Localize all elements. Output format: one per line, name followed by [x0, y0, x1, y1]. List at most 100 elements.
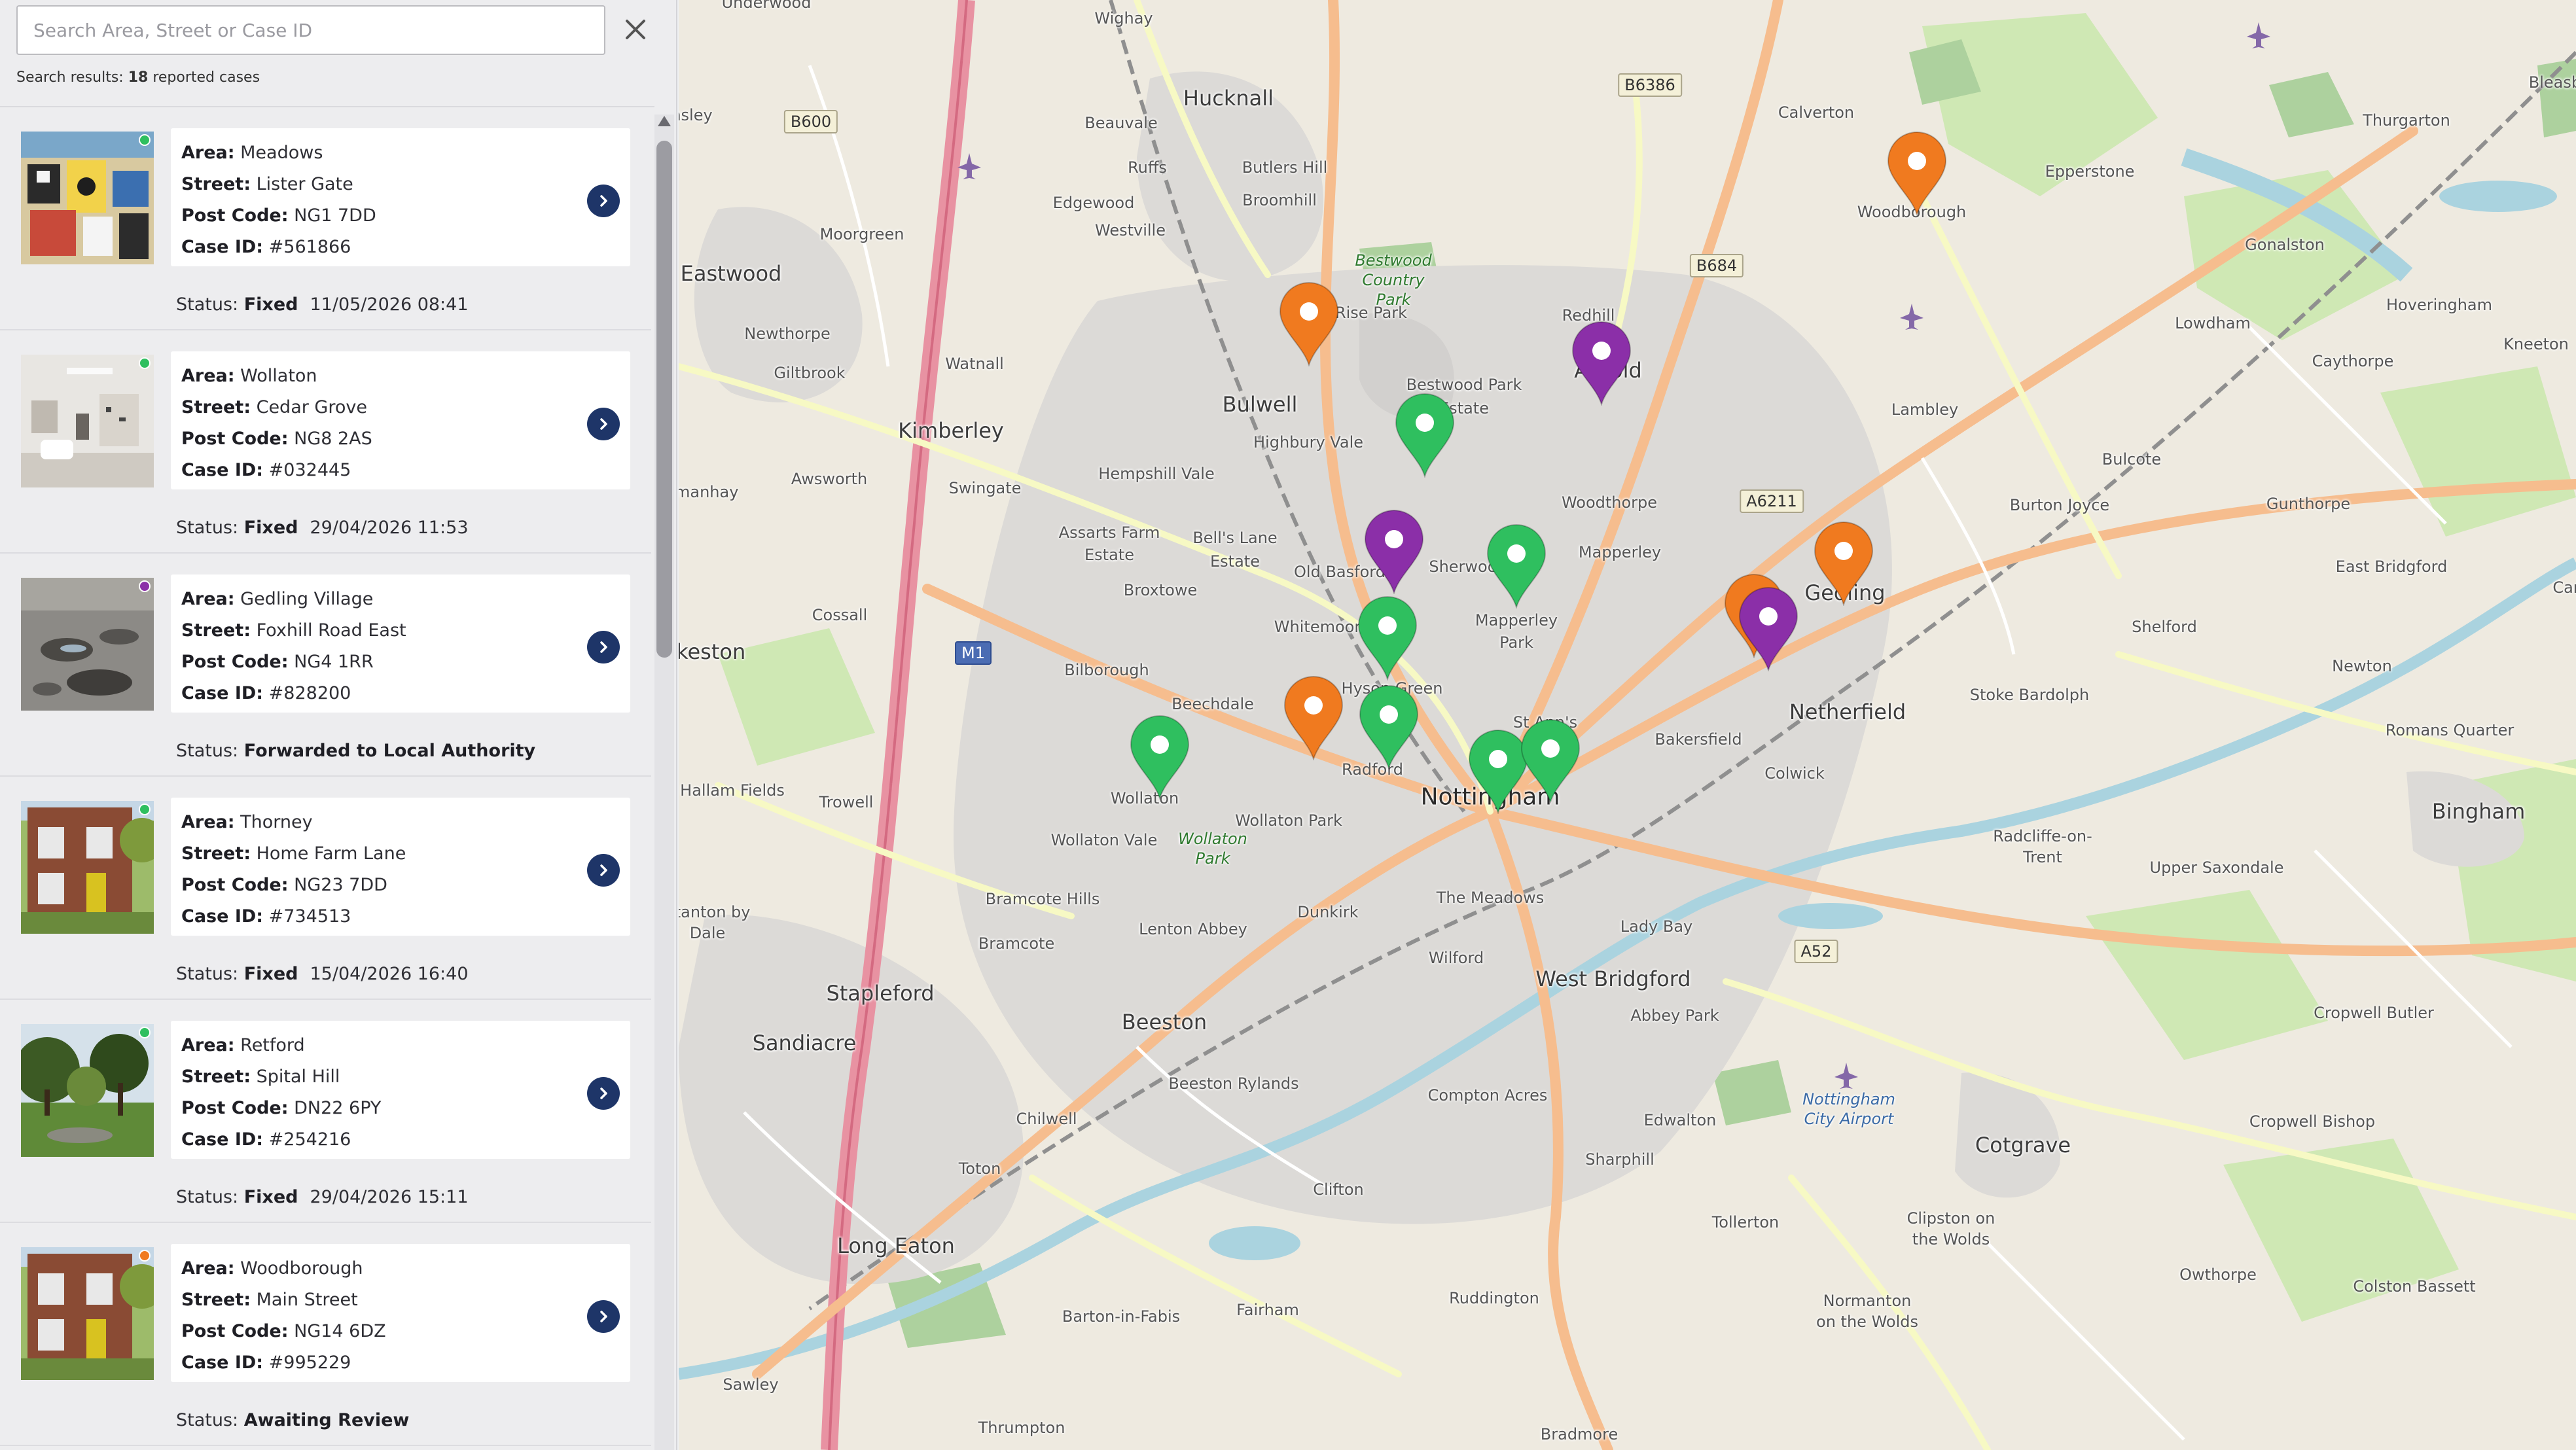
case-map-pin[interactable] — [1811, 521, 1876, 606]
scroll-up-arrow[interactable] — [658, 116, 671, 126]
case-map-pin[interactable] — [1356, 684, 1422, 769]
search-results-summary: Search results: 18 reported cases — [16, 69, 260, 86]
search-box — [16, 5, 605, 55]
clear-search-button[interactable] — [619, 13, 652, 46]
road-shield: A52 — [1794, 940, 1838, 963]
search-input[interactable] — [18, 7, 604, 54]
case-map-pin[interactable] — [1736, 586, 1801, 671]
map-pin-icon — [1814, 522, 1874, 606]
case-area: Area: Wollaton — [181, 366, 317, 386]
case-area: Area: Gedling Village — [181, 589, 374, 609]
case-postcode: Post Code: NG14 6DZ — [181, 1321, 386, 1341]
case-area: Area: Woodborough — [181, 1258, 363, 1279]
chevron-right-icon — [600, 864, 607, 876]
case-card[interactable]: Area: Meadows Street: Lister Gate Post Cod… — [0, 108, 651, 330]
case-map-pin[interactable] — [1392, 393, 1458, 478]
map-pin-icon — [1571, 321, 1632, 406]
results-panel: Search results: 18 reported cases Area: … — [0, 0, 677, 1450]
case-card[interactable]: Area: Wollaton Street: Cedar Grove Post Co… — [0, 331, 651, 554]
case-details: Area: Thorney Street: Home Farm Lane Post … — [171, 798, 630, 936]
case-status: Status: Awaiting Review — [176, 1410, 410, 1430]
case-map-pin[interactable] — [1569, 321, 1634, 406]
open-case-button[interactable] — [587, 1077, 620, 1110]
case-id: Case ID: #995229 — [181, 1353, 351, 1373]
map-pin-icon — [1283, 676, 1344, 760]
case-details: Area: Retford Street: Spital Hill Post Cod… — [171, 1021, 630, 1159]
open-case-button[interactable] — [587, 854, 620, 887]
case-street: Street: Main Street — [181, 1290, 358, 1310]
case-map-pin[interactable] — [1281, 675, 1346, 760]
road-shield: B600 — [783, 110, 838, 133]
chevron-right-icon — [600, 1311, 607, 1322]
status-dot — [139, 804, 151, 815]
scrollbar-thumb[interactable] — [656, 141, 672, 658]
map-pin-icon — [1520, 719, 1581, 804]
case-map-pin[interactable] — [1361, 509, 1427, 594]
case-status: Status: Fixed 15/04/2026 16:40 — [176, 964, 469, 984]
results-suffix: reported cases — [152, 69, 260, 86]
close-icon — [626, 20, 645, 39]
map-view[interactable]: Underwood Wighay Hucknall Beauvale Butlers H… — [679, 0, 2576, 1450]
map-base — [679, 0, 2576, 1450]
chevron-right-icon — [600, 195, 607, 207]
case-map-pin[interactable] — [1276, 281, 1342, 366]
case-postcode: Post Code: DN22 6PY — [181, 1098, 382, 1118]
case-postcode: Post Code: NG1 7DD — [181, 205, 376, 226]
map-pin-icon — [1395, 393, 1455, 478]
results-count: 18 — [128, 69, 149, 86]
chevron-right-icon — [600, 641, 607, 653]
case-street: Street: Foxhill Road East — [181, 620, 406, 641]
case-details: Area: Meadows Street: Lister Gate Post Cod… — [171, 128, 630, 266]
case-postcode: Post Code: NG8 2AS — [181, 429, 372, 449]
case-id: Case ID: #828200 — [181, 683, 351, 703]
case-area: Area: Thorney — [181, 812, 313, 832]
status-dot — [139, 1250, 151, 1262]
open-case-button[interactable] — [587, 1300, 620, 1333]
case-map-pin[interactable] — [1127, 715, 1192, 800]
open-case-button[interactable] — [587, 631, 620, 663]
results-prefix: Search results: — [16, 69, 124, 86]
case-photo — [21, 801, 154, 934]
open-case-button[interactable] — [587, 408, 620, 440]
case-details: Area: Gedling Village Street: Foxhill Roa… — [171, 575, 630, 713]
map-pin-icon — [1738, 587, 1798, 671]
scrollbar[interactable] — [654, 115, 674, 1450]
case-card[interactable]: Area: Thorney Street: Home Farm Lane Post … — [0, 777, 651, 1000]
case-status: Status: Forwarded to Local Authority — [176, 741, 536, 761]
case-postcode: Post Code: NG4 1RR — [181, 652, 374, 672]
case-photo — [21, 1024, 154, 1157]
status-dot — [139, 134, 151, 146]
map-pin-icon — [1364, 510, 1424, 594]
map-pin-icon — [1279, 282, 1339, 366]
case-card[interactable]: Area: Woodborough Street: Main Street Post… — [0, 1224, 651, 1446]
case-street: Street: Home Farm Lane — [181, 843, 406, 864]
road-shield: M1 — [955, 641, 992, 665]
case-map-pin[interactable] — [1355, 595, 1420, 681]
case-area: Area: Meadows — [181, 143, 323, 163]
case-street: Street: Lister Gate — [181, 174, 353, 194]
case-map-pin[interactable] — [1884, 131, 1950, 216]
case-photo — [21, 578, 154, 711]
case-id: Case ID: #734513 — [181, 906, 351, 927]
case-details: Area: Wollaton Street: Cedar Grove Post Co… — [171, 351, 630, 489]
case-street: Street: Spital Hill — [181, 1067, 340, 1087]
map-pin-icon — [1130, 715, 1190, 800]
case-card[interactable]: Area: Gedling Village Street: Foxhill Roa… — [0, 554, 651, 777]
status-dot — [139, 1027, 151, 1038]
case-map-pin[interactable] — [1484, 523, 1549, 609]
open-case-button[interactable] — [587, 185, 620, 217]
status-dot — [139, 580, 151, 592]
case-id: Case ID: #561866 — [181, 237, 351, 257]
map-pin-icon — [1357, 596, 1418, 681]
chevron-right-icon — [600, 1088, 607, 1099]
chevron-right-icon — [600, 418, 607, 430]
divider — [0, 106, 654, 107]
map-pin-icon — [1486, 524, 1547, 609]
map-pin-icon — [1359, 685, 1419, 769]
case-map-pin[interactable] — [1518, 718, 1583, 804]
road-shield: A6211 — [1740, 489, 1804, 513]
case-status: Status: Fixed 11/05/2026 08:41 — [176, 294, 469, 315]
case-status: Status: Fixed 29/04/2026 11:53 — [176, 518, 469, 538]
case-photo — [21, 1247, 154, 1380]
case-card[interactable]: Area: Retford Street: Spital Hill Post Cod… — [0, 1000, 651, 1223]
